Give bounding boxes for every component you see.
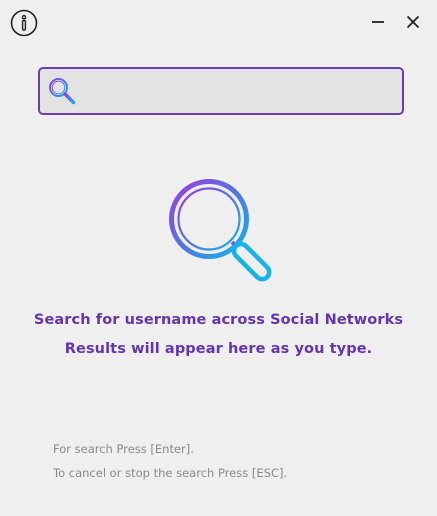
close-icon [406,15,420,29]
search-input[interactable] [84,69,394,113]
minimize-button[interactable] [368,12,388,32]
minimize-icon [372,21,384,23]
magnifier-icon [169,179,272,282]
search-box[interactable] [38,67,404,115]
search-icon [49,78,76,105]
info-button[interactable] [10,9,38,37]
close-button[interactable] [403,12,423,32]
info-icon [10,9,38,37]
hint-enter: For search Press [Enter]. [53,442,194,456]
empty-state-subtitle: Results will appear here as you type. [64,341,373,357]
hint-escape: To cancel or stop the search Press [ESC]… [53,466,288,480]
empty-state-title: Search for username across Social Networ… [33,312,404,328]
